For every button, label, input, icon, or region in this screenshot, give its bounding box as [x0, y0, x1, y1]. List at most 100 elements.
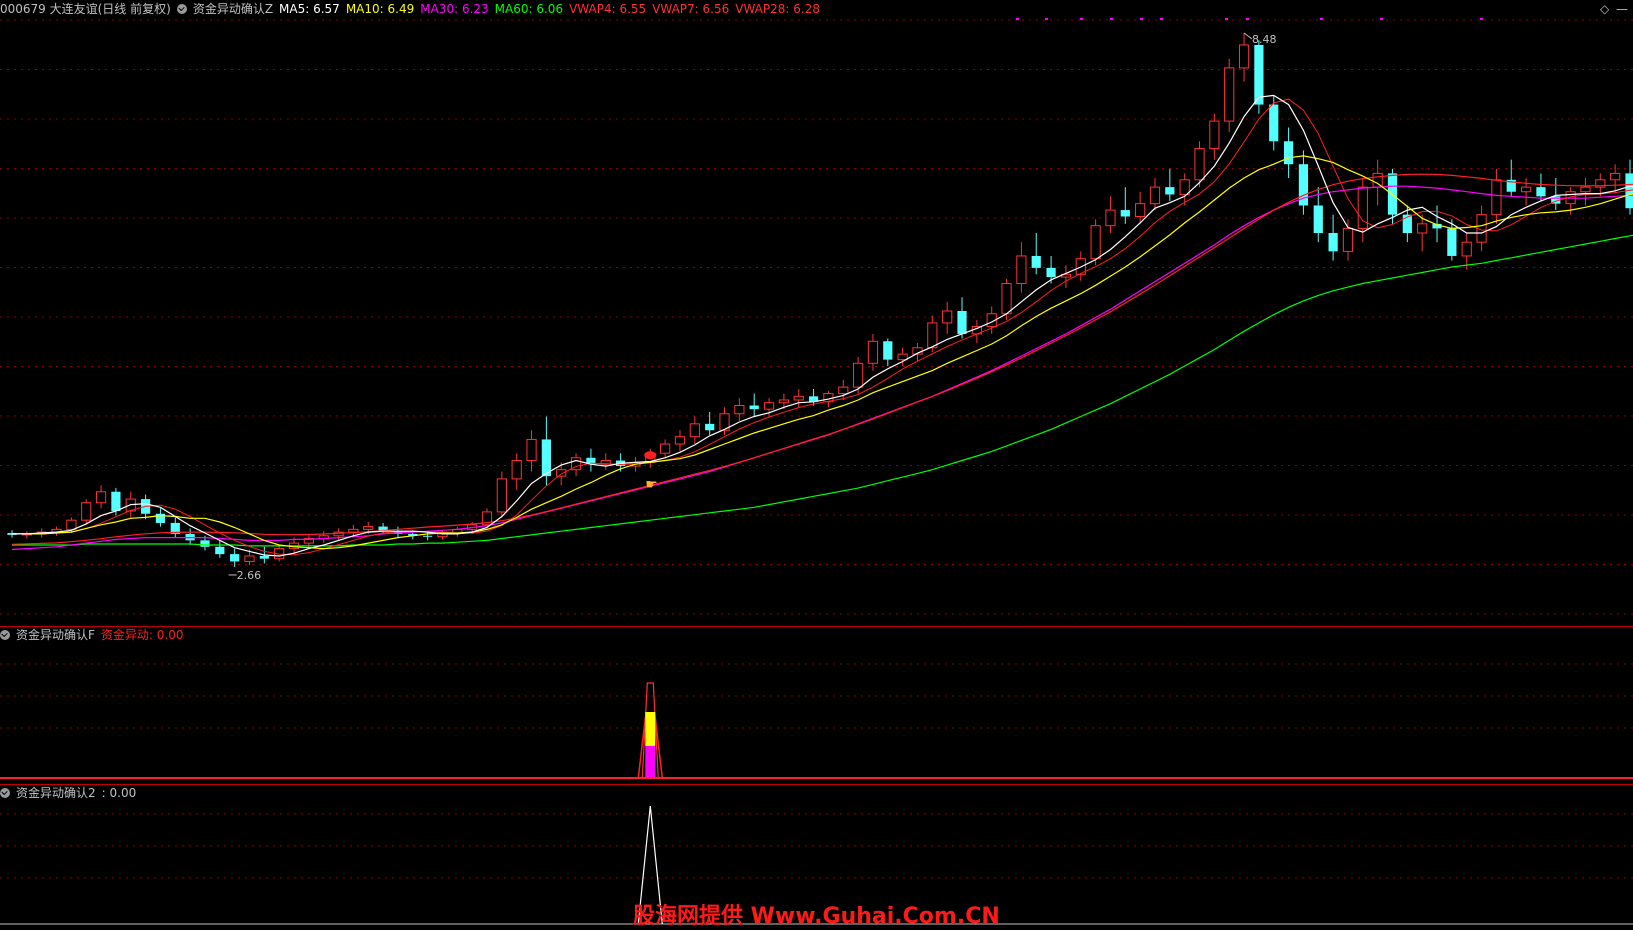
- candle: [674, 430, 686, 452]
- panel-divider[interactable]: [0, 626, 1633, 627]
- candle: [971, 320, 982, 344]
- candle: [1254, 40, 1264, 114]
- top-marker: [1480, 18, 1483, 20]
- top-marker: [1045, 18, 1048, 20]
- candle: [185, 528, 195, 545]
- sub1-indicator-name: 资金异动确认F: [16, 628, 95, 642]
- candle-body: [1238, 44, 1250, 69]
- top-marker: [1140, 18, 1143, 20]
- candle-body: [1224, 67, 1235, 122]
- candle: [81, 499, 92, 525]
- candle-body: [1165, 187, 1175, 195]
- candle: [1580, 177, 1591, 206]
- candle-body: [81, 502, 92, 521]
- candle: [1016, 242, 1027, 293]
- candle-body: [1090, 225, 1101, 260]
- candle: [689, 416, 700, 445]
- indicator-toggle-icon[interactable]: [0, 788, 10, 798]
- sub2-header: 资金异动确认2: 0.00: [0, 785, 142, 801]
- signal-panel-f[interactable]: 资金异动确认F 资金异动: 0.00: [0, 626, 1633, 784]
- vwap7-value: VWAP7: 6.56: [652, 2, 730, 16]
- candle-body: [526, 438, 537, 462]
- candle-body: [1046, 267, 1056, 278]
- candle: [1551, 177, 1561, 211]
- vwap28-line: [11, 173, 1633, 545]
- candle-body: [1194, 148, 1205, 181]
- hand-pointer-icon: ☛: [645, 477, 658, 493]
- candle-body: [1105, 209, 1116, 227]
- top-marker: [1016, 18, 1019, 20]
- vwap28-value: VWAP28: 6.28: [735, 2, 820, 16]
- candle-body: [1120, 210, 1130, 217]
- candle: [1491, 168, 1502, 224]
- candle-body: [1149, 186, 1161, 205]
- minimize-button[interactable]: —: [1616, 2, 1628, 16]
- candle: [526, 430, 537, 472]
- candle: [21, 531, 32, 539]
- candle-body: [749, 405, 759, 410]
- candle-body: [689, 423, 700, 438]
- candle-body: [259, 555, 269, 559]
- candle: [318, 531, 329, 544]
- candle-body: [763, 402, 775, 410]
- indicator-name: 资金异动确认Z: [192, 2, 274, 16]
- candle-body: [1461, 241, 1472, 257]
- candle-body: [111, 491, 121, 512]
- candle-body: [897, 353, 908, 361]
- watermark-text: 股海网提供 Www.Guhai.Com.CN: [633, 904, 1000, 929]
- candle-body: [705, 423, 715, 431]
- candle-body: [867, 340, 879, 364]
- candle-body: [423, 535, 433, 537]
- candle-body: [1372, 172, 1383, 188]
- vwap7-line: [12, 98, 1633, 556]
- candle: [1372, 159, 1383, 206]
- low-price-label: 2.66: [237, 569, 262, 582]
- candle: [1209, 113, 1220, 160]
- indicator-toggle-icon[interactable]: [0, 630, 10, 640]
- candle-body: [1016, 255, 1027, 284]
- candle: [853, 356, 864, 394]
- candle: [1194, 141, 1205, 188]
- candle: [215, 540, 225, 558]
- candle: [333, 528, 344, 541]
- candle-body: [838, 386, 849, 395]
- top-marker: [1160, 18, 1163, 20]
- candle-body: [1031, 255, 1041, 268]
- candle-body: [1610, 172, 1621, 181]
- candle: [570, 453, 582, 477]
- candle-body: [674, 436, 686, 445]
- top-marker: [1080, 18, 1083, 20]
- candle-body: [660, 443, 671, 454]
- candle-body: [778, 399, 789, 404]
- candle-body: [230, 554, 240, 562]
- candle: [1536, 173, 1546, 201]
- ma10-line: [12, 155, 1633, 550]
- panel-divider[interactable]: [0, 784, 1633, 785]
- main-chart-header: 000679 大连友谊(日线 前复权) 资金异动确认Z MA5: 6.57 MA10:…: [0, 1, 826, 17]
- candle: [1283, 127, 1294, 178]
- candle-body: [1313, 205, 1323, 234]
- candle: [1342, 219, 1354, 261]
- candle-body: [511, 460, 522, 480]
- indicator-toggle-icon[interactable]: [176, 4, 187, 14]
- sub1-value: 资金异动: 0.00: [100, 628, 184, 642]
- candle: [734, 398, 745, 422]
- candle: [1238, 33, 1250, 82]
- candle-body: [927, 322, 938, 349]
- candle: [95, 485, 107, 509]
- ma60-value: MA60: 6.06: [494, 2, 564, 16]
- candle: [170, 517, 180, 538]
- diamond-icon[interactable]: ◇: [1600, 2, 1609, 16]
- candle: [586, 448, 596, 472]
- candle-body: [1283, 141, 1294, 165]
- candlestick-chart[interactable]: ☛ 8.48 2.66: [0, 0, 1633, 626]
- candle-body: [1491, 179, 1502, 216]
- candle-body: [883, 341, 893, 360]
- main-chart-panel[interactable]: ☛ 8.48 2.66 000679 大连友谊(日线 前复权) 资金异动确认Z MA5:…: [0, 0, 1633, 626]
- candle-body: [348, 528, 359, 533]
- candle-body: [541, 439, 551, 477]
- candle: [867, 333, 879, 371]
- candle-body: [1520, 186, 1532, 193]
- candle-body: [1536, 187, 1546, 197]
- candle-body: [1179, 179, 1190, 195]
